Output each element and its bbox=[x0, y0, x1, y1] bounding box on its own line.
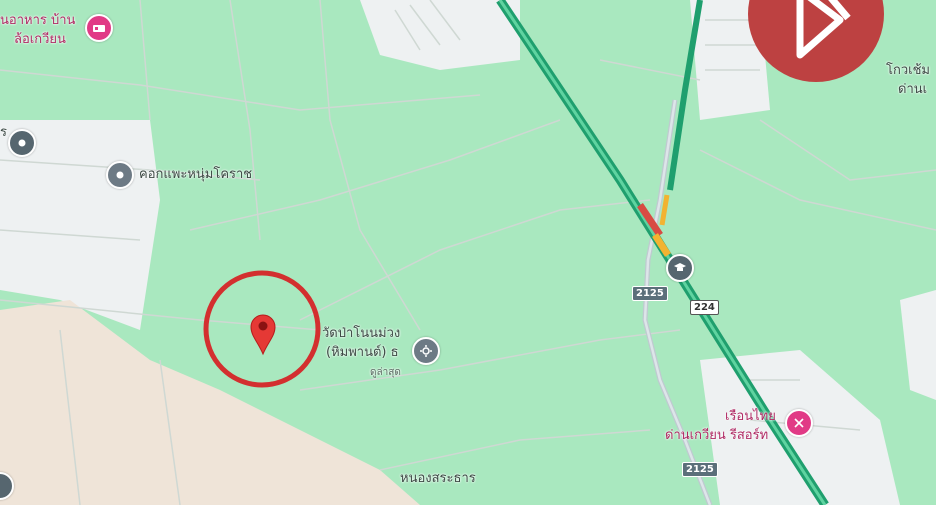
school-icon[interactable] bbox=[666, 254, 694, 282]
temple-label-line1: วัดป่าโนนม่วง bbox=[322, 326, 401, 341]
right-edge-label-line2: ด่านเ bbox=[898, 82, 928, 97]
restaurant-label-line2: ล้อเกวียน bbox=[14, 32, 66, 47]
road-shield-224: 224 bbox=[690, 300, 719, 315]
temple-sublabel: ดูล่าสุด bbox=[370, 367, 401, 378]
cowshed-label: คอกแพะหนุ่มโคราช bbox=[139, 167, 253, 182]
restaurant-icon[interactable] bbox=[85, 14, 113, 42]
resort-label-line2: ด่านเกวียน รีสอร์ท bbox=[665, 428, 769, 443]
restaurant-label-line1: นอาหาร บ้าน bbox=[0, 13, 76, 28]
right-edge-label-line1: โกวเช้ม bbox=[886, 63, 930, 78]
temple-icon[interactable] bbox=[412, 337, 440, 365]
temple-label-line2: (หิมพานต์) ธ bbox=[326, 345, 399, 360]
left-edge-label: ร bbox=[0, 125, 7, 140]
cowshed-place-icon[interactable] bbox=[106, 161, 134, 189]
village-label: หนองสระธาร bbox=[400, 471, 476, 486]
place-pin-icon[interactable] bbox=[8, 129, 36, 157]
resort-icon[interactable] bbox=[785, 409, 813, 437]
resort-label-line1: เรือนไทย bbox=[725, 409, 776, 424]
road-shield-2125: 2125 bbox=[632, 286, 668, 301]
map-canvas[interactable]: นอาหาร บ้าน ล้อเกวียน ร คอกแพะหนุ่มโคราช… bbox=[0, 0, 936, 505]
road-shield-2125-south: 2125 bbox=[682, 462, 718, 477]
